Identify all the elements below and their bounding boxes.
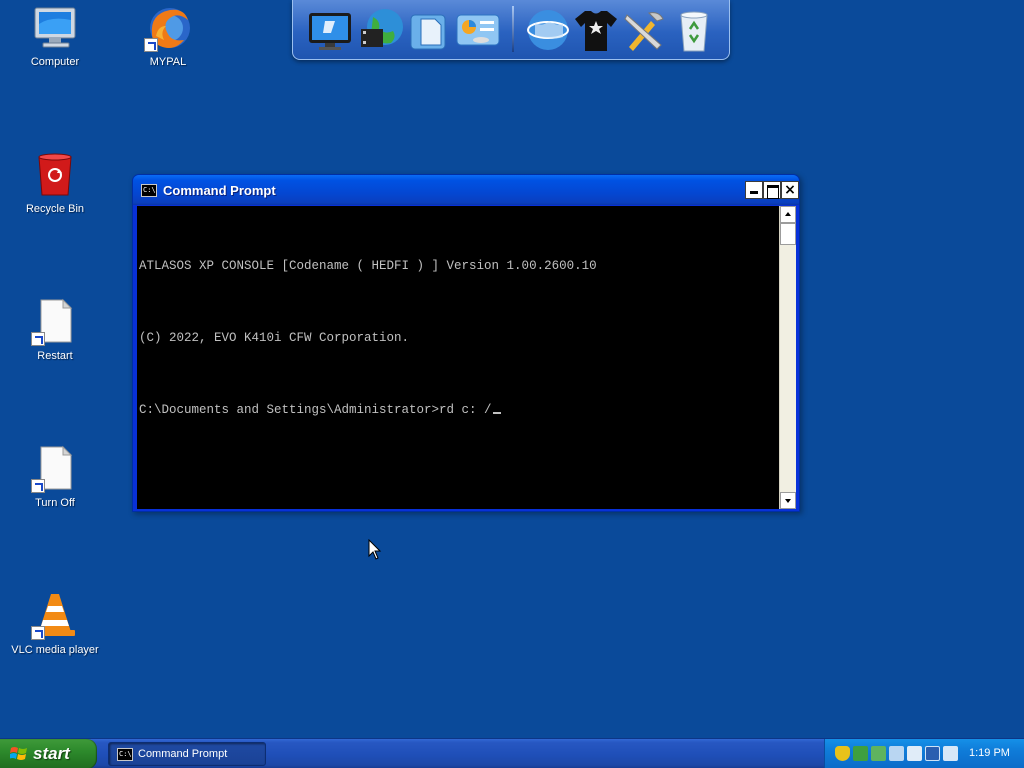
- console-output[interactable]: ATLASOS XP CONSOLE [Codename ( HEDFI ) ]…: [137, 206, 779, 509]
- system-tray: 1:19 PM: [824, 739, 1024, 768]
- dock-separator: [512, 6, 514, 52]
- document-shortcut-icon: [31, 298, 79, 346]
- computer-icon: [31, 4, 79, 52]
- security-shield-icon[interactable]: [835, 746, 850, 761]
- windows-logo-icon: [10, 747, 27, 760]
- desktop-icon-label: Computer: [30, 56, 80, 68]
- desktop-icon-label: Recycle Bin: [25, 203, 85, 215]
- console-line: (C) 2022, EVO K410i CFW Corporation.: [139, 331, 410, 345]
- close-button[interactable]: ×: [781, 181, 799, 199]
- network-icon[interactable]: [853, 746, 868, 761]
- desktop-icon-recycle-bin[interactable]: Recycle Bin: [10, 151, 100, 216]
- volume-icon[interactable]: [943, 746, 958, 761]
- recycle-bin-icon[interactable]: [671, 7, 717, 53]
- text-cursor: [492, 412, 501, 414]
- scroll-thumb[interactable]: [780, 223, 796, 245]
- language-icon[interactable]: [907, 746, 922, 761]
- document-shortcut-icon: [31, 445, 79, 493]
- mypal-browser-icon: [144, 4, 192, 52]
- start-label: start: [33, 744, 70, 763]
- desktop-icon-label: Restart: [37, 350, 73, 362]
- internet-globe-icon[interactable]: [525, 7, 571, 53]
- desktop-icon-vlc[interactable]: VLC media player: [10, 592, 100, 657]
- documents-icon[interactable]: [407, 7, 453, 53]
- close-icon: ×: [784, 182, 796, 198]
- window-title: Command Prompt: [163, 183, 276, 198]
- top-dock: [292, 0, 730, 60]
- desktop-icon-label: MYPAL: [149, 56, 187, 68]
- mouse-pointer-icon: [368, 539, 382, 560]
- shortcut-arrow-icon: [31, 626, 45, 640]
- minimize-button[interactable]: [745, 181, 763, 199]
- desktop-icon-label: Turn Off: [35, 497, 75, 509]
- shortcut-arrow-icon: [31, 479, 45, 493]
- monitor-icon[interactable]: [307, 7, 353, 53]
- device-icon[interactable]: [889, 746, 904, 761]
- scroll-down-button[interactable]: [780, 492, 796, 509]
- console-command-text: C:\Documents and Settings\Administrator>…: [139, 403, 492, 417]
- desktop-icon-mypal[interactable]: MYPAL: [123, 4, 213, 69]
- shortcut-arrow-icon: [144, 38, 158, 52]
- t-shirt-icon[interactable]: [573, 7, 619, 53]
- taskbar-item-label: Command Prompt: [138, 748, 228, 760]
- desktop-icon-label: VLC media player: [11, 644, 99, 656]
- console-prompt-line: C:\Documents and Settings\Administrator>…: [139, 398, 779, 422]
- globe-film-icon[interactable]: [359, 7, 405, 53]
- taskbar: start C:\ Command Prompt 1:19 PM: [0, 738, 1024, 768]
- console-app-icon: C:\: [117, 748, 133, 761]
- clock[interactable]: 1:19 PM: [969, 747, 1010, 759]
- recycle-bin-icon: [31, 151, 79, 199]
- vlc-cone-icon: [31, 592, 79, 640]
- tools-icon[interactable]: [621, 7, 667, 53]
- maximize-button[interactable]: [763, 181, 781, 199]
- console-app-icon: C:\: [141, 184, 157, 197]
- command-prompt-window: C:\ Command Prompt × ATLASOS XP CONSOLE …: [132, 174, 800, 512]
- control-panel-icon[interactable]: [455, 7, 501, 53]
- console-line: ATLASOS XP CONSOLE [Codename ( HEDFI ) ]…: [139, 259, 597, 273]
- update-icon[interactable]: [871, 746, 886, 761]
- start-button[interactable]: start: [0, 739, 97, 768]
- window-titlebar[interactable]: C:\ Command Prompt ×: [133, 175, 799, 205]
- monitor-tray-icon[interactable]: [925, 746, 940, 761]
- desktop-icon-turn-off[interactable]: Turn Off: [10, 445, 100, 510]
- shortcut-arrow-icon: [31, 332, 45, 346]
- desktop-icon-computer[interactable]: Computer: [10, 4, 100, 69]
- vertical-scrollbar[interactable]: [779, 206, 796, 509]
- taskbar-item-command-prompt[interactable]: C:\ Command Prompt: [108, 742, 266, 766]
- desktop-icon-restart[interactable]: Restart: [10, 298, 100, 363]
- scroll-up-button[interactable]: [780, 206, 796, 223]
